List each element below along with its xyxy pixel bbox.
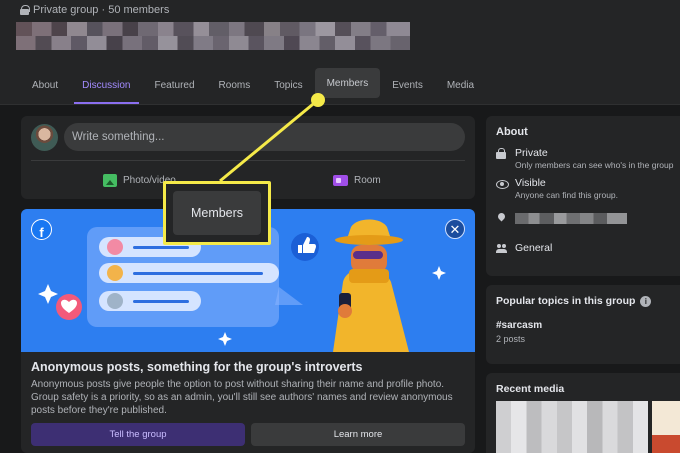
media-thumbnail[interactable] — [652, 401, 680, 453]
photo-icon — [103, 173, 117, 187]
recent-media-card: Recent media — [486, 373, 680, 453]
room-button[interactable]: Room — [333, 170, 381, 190]
promo-title: Anonymous posts, something for the group… — [31, 360, 363, 374]
group-privacy-line: Private group · 50 members — [20, 4, 169, 16]
avatar[interactable] — [31, 124, 58, 151]
header-divider — [0, 104, 680, 105]
popular-topics-title: Popular topics in this group i — [496, 295, 652, 307]
visible-label: Visible — [515, 177, 546, 189]
close-promo-button[interactable]: ✕ — [445, 219, 465, 239]
anonymous-posts-promo: f ✕ Anonymous posts, something for the g… — [21, 209, 475, 453]
privacy-label: Private group · 50 members — [33, 4, 170, 16]
group-name-redacted — [16, 22, 410, 50]
about-category-row: General — [496, 242, 552, 254]
room-label: Room — [354, 174, 381, 186]
media-thumbnail[interactable] — [496, 401, 648, 453]
tab-events[interactable]: Events — [380, 66, 435, 104]
tab-members[interactable]: Members — [314, 68, 381, 98]
location-pin-icon — [496, 213, 507, 224]
tab-rooms[interactable]: Rooms — [207, 66, 263, 104]
video-room-icon — [333, 174, 348, 186]
about-private-row: Private Only members can see who's in th… — [496, 147, 673, 170]
promo-body: Anonymous posts give people the option t… — [31, 379, 453, 416]
private-label: Private — [515, 147, 548, 159]
write-something-input[interactable] — [64, 123, 465, 151]
members-callout-label: Members — [173, 191, 261, 235]
tab-featured[interactable]: Featured — [143, 66, 207, 104]
about-visible-row: Visible Anyone can find this group. — [496, 177, 618, 200]
lock-icon — [496, 148, 507, 159]
eye-icon — [496, 178, 509, 189]
topic-tag-link[interactable]: #sarcasm — [496, 320, 542, 331]
about-title: About — [496, 126, 528, 138]
about-location-row — [496, 212, 627, 224]
about-card: About Private Only members can see who's… — [486, 116, 680, 276]
composer-divider — [31, 160, 465, 161]
visible-description: Anyone can find this group. — [515, 190, 619, 200]
close-icon: ✕ — [449, 221, 461, 237]
tab-media[interactable]: Media — [435, 66, 486, 104]
recent-media-title: Recent media — [496, 383, 565, 395]
tab-topics[interactable]: Topics — [262, 66, 314, 104]
people-icon — [496, 243, 507, 254]
popular-topics-card: Popular topics in this group i #sarcasm … — [486, 285, 680, 364]
learn-more-button[interactable]: Learn more — [251, 423, 465, 446]
info-icon[interactable]: i — [640, 295, 652, 307]
group-header: Private group · 50 members About Discuss… — [0, 0, 680, 104]
private-description: Only members can see who's in the group — [515, 160, 674, 170]
members-callout: Members — [163, 181, 271, 245]
tab-discussion[interactable]: Discussion — [70, 66, 142, 104]
tell-the-group-button[interactable]: Tell the group — [31, 423, 245, 446]
location-redacted — [515, 213, 627, 224]
tab-about[interactable]: About — [20, 66, 70, 104]
topic-post-count: 2 posts — [496, 334, 526, 344]
facebook-logo-icon: f — [31, 219, 52, 240]
category-label: General — [515, 242, 553, 254]
group-tabs: About Discussion Featured Rooms Topics M… — [20, 66, 486, 104]
lock-icon — [20, 5, 30, 15]
